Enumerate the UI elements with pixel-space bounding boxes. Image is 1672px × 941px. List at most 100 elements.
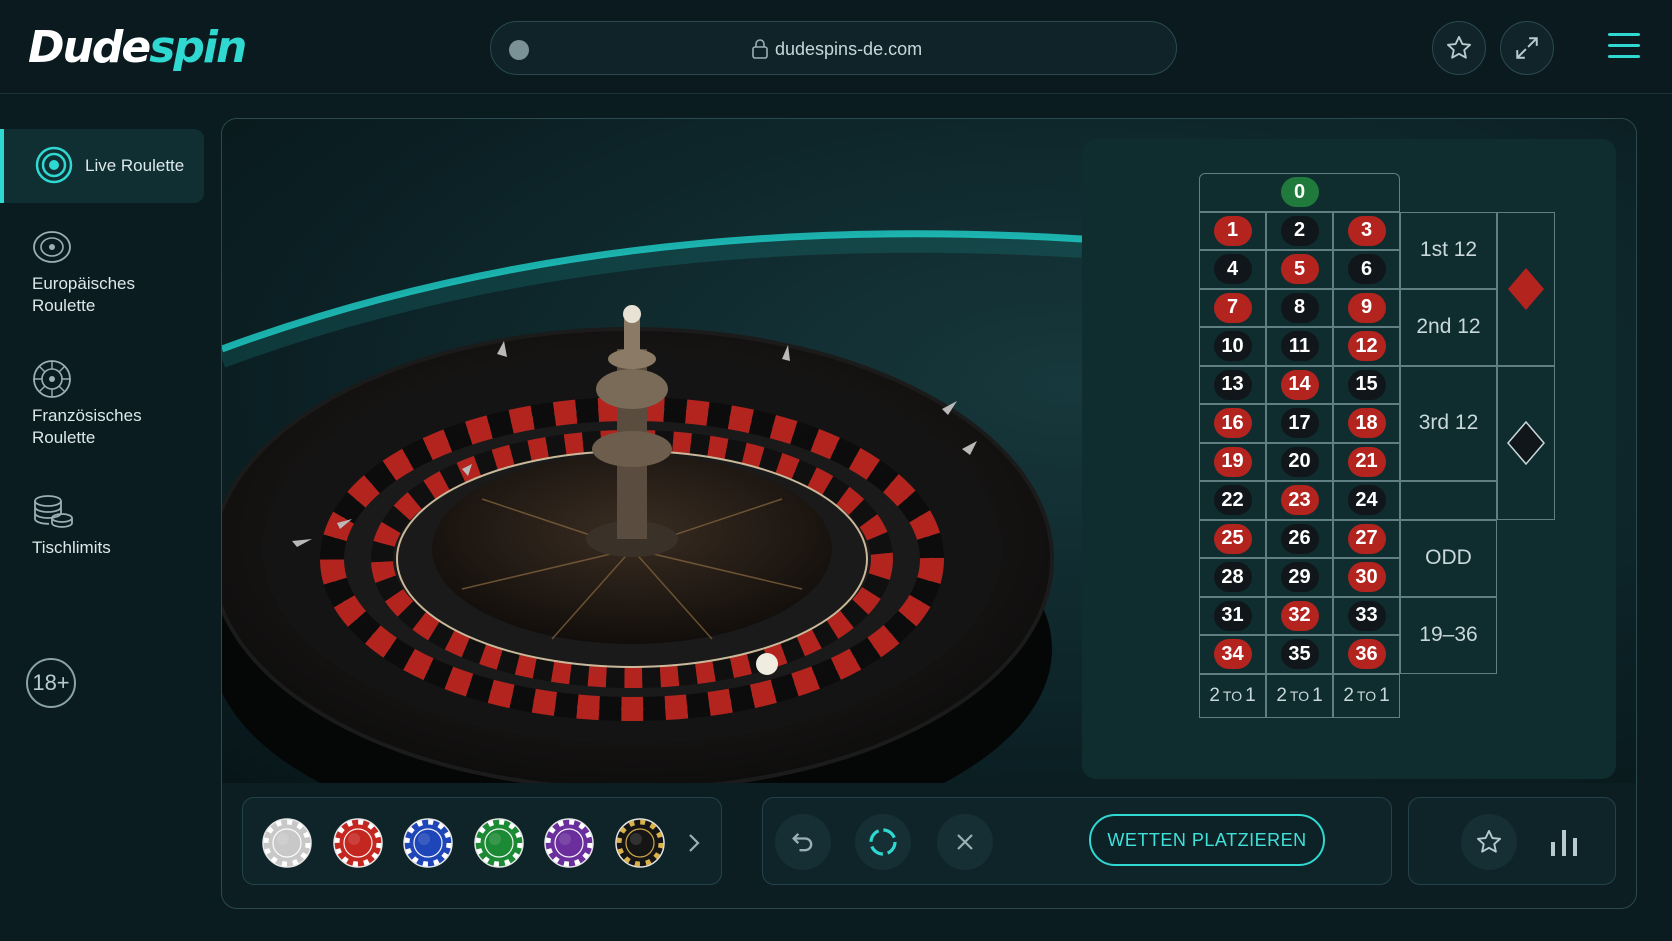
favorite-game-button[interactable] [1461, 814, 1517, 870]
bet-cell[interactable]: 10 [1199, 327, 1266, 366]
high-19-36-bet[interactable]: 19–36 [1400, 596, 1497, 674]
bet-cell[interactable]: 31 [1199, 596, 1266, 635]
bet-cell[interactable]: 8 [1266, 288, 1333, 327]
bar-chart-icon[interactable] [1549, 828, 1579, 856]
bet-cell[interactable]: 24 [1333, 481, 1400, 520]
number-21: 21 [1347, 446, 1386, 477]
bet-cell[interactable]: 6 [1333, 250, 1400, 289]
place-bets-button[interactable]: WETTEN PLATZIEREN [1089, 814, 1325, 866]
bet-cell[interactable]: 16 [1199, 404, 1266, 443]
bet-cell[interactable]: 25 [1199, 519, 1266, 558]
dozen-2nd-12-label: 2nd 12 [1416, 315, 1481, 338]
column-bet-label: 2 [1343, 684, 1354, 706]
number-19: 19 [1213, 446, 1252, 477]
favorite-button[interactable] [1432, 21, 1486, 75]
game-options [1408, 797, 1616, 885]
bet-cell[interactable]: 4 [1199, 250, 1266, 289]
bet-cell[interactable]: 33 [1333, 596, 1400, 635]
black-bet[interactable] [1497, 365, 1555, 520]
bet-cell-zero[interactable]: 0 [1199, 173, 1400, 212]
bet-cell[interactable]: 26 [1266, 519, 1333, 558]
number-32: 32 [1280, 600, 1319, 631]
bet-cell[interactable]: 36 [1333, 635, 1400, 674]
bet-cell[interactable]: 17 [1266, 404, 1333, 443]
column-bet-3[interactable]: 2 TO 1 [1333, 673, 1400, 718]
bet-cell[interactable]: 32 [1266, 596, 1333, 635]
url-text: dudespins-de.com [775, 39, 923, 59]
number-4: 4 [1213, 254, 1252, 285]
bet-cell[interactable]: 15 [1333, 365, 1400, 404]
odd-bet[interactable]: ODD [1400, 519, 1497, 597]
red-bet[interactable] [1497, 211, 1555, 366]
betting-board: 0 1 2 3 4 5 6 7 8 9 10 11 12 13 14 15 16 17 18 19 20 21 22 23 24… [1082, 139, 1616, 779]
dozen-3rd-12[interactable]: 3rd 12 [1400, 365, 1497, 481]
hamburger-icon[interactable] [1606, 28, 1642, 64]
number-28: 28 [1213, 562, 1252, 593]
dozen-1st-12[interactable]: 1st 12 [1400, 211, 1497, 289]
dudespin-logo[interactable]: Dudespin [28, 18, 247, 78]
bet-cell[interactable]: 13 [1199, 365, 1266, 404]
bet-cell[interactable]: 30 [1333, 558, 1400, 597]
chevron-right-icon[interactable] [687, 832, 701, 854]
number-5: 5 [1280, 254, 1319, 285]
chip-purple[interactable] [543, 817, 595, 869]
bet-cell[interactable]: 18 [1333, 404, 1400, 443]
bet-cell[interactable]: 5 [1266, 250, 1333, 289]
sidebar-item-french-roulette[interactable]: Französisches Roulette [0, 359, 204, 451]
bet-cell[interactable]: 29 [1266, 558, 1333, 597]
bet-cell[interactable]: 14 [1266, 365, 1333, 404]
undo-button[interactable] [775, 814, 831, 870]
clear-bets-button[interactable] [937, 814, 993, 870]
chip-white[interactable] [261, 817, 313, 869]
bet-cell[interactable]: 35 [1266, 635, 1333, 674]
black-diamond-icon [1507, 420, 1545, 465]
game-panel: 0 1 2 3 4 5 6 7 8 9 10 11 12 13 14 15 16 17 18 19 20 21 22 23 24… [221, 118, 1637, 909]
column-bet-1[interactable]: 2 TO 1 [1199, 673, 1266, 718]
column-bet-2[interactable]: 2 TO 1 [1266, 673, 1333, 718]
bet-cell[interactable]: 1 [1199, 211, 1266, 250]
number-25: 25 [1213, 523, 1252, 554]
chip-icon [403, 818, 453, 868]
red-diamond-icon [1508, 267, 1544, 310]
bet-cell[interactable]: 11 [1266, 327, 1333, 366]
number-31: 31 [1213, 600, 1252, 631]
bet-cell[interactable]: 23 [1266, 481, 1333, 520]
bet-cell[interactable]: 20 [1266, 442, 1333, 481]
bet-cell[interactable]: 34 [1199, 635, 1266, 674]
bet-cell[interactable]: 9 [1333, 288, 1400, 327]
star-icon [1446, 35, 1472, 59]
number-15: 15 [1347, 369, 1386, 400]
bet-cell[interactable]: 22 [1199, 481, 1266, 520]
number-16: 16 [1213, 408, 1252, 439]
chip-black[interactable] [614, 817, 666, 869]
sidebar-item-european-roulette[interactable]: Europäisches Roulette [0, 229, 204, 319]
bet-cell[interactable]: 2 [1266, 211, 1333, 250]
number-22: 22 [1213, 485, 1252, 516]
column-bet-label-to: TO [1222, 687, 1243, 704]
column-bet-label: 2 [1209, 684, 1220, 706]
chip-blue[interactable] [402, 817, 454, 869]
repeat-button[interactable] [855, 814, 911, 870]
number-12: 12 [1347, 331, 1386, 362]
chip-icon [332, 818, 383, 868]
chip-green[interactable] [473, 817, 525, 869]
chip-red[interactable] [332, 817, 384, 869]
number-36: 36 [1347, 639, 1386, 670]
sidebar-item-live-roulette[interactable]: Live Roulette [0, 129, 204, 203]
number-2: 2 [1280, 215, 1319, 246]
number-1: 1 [1213, 215, 1252, 246]
bet-cell[interactable]: 19 [1199, 442, 1266, 481]
bet-cell[interactable]: 27 [1333, 519, 1400, 558]
bet-cell[interactable]: 12 [1333, 327, 1400, 366]
sidebar-item-table-limits[interactable]: Tischlimits [0, 493, 204, 563]
close-icon [957, 834, 973, 850]
bet-cell[interactable]: 28 [1199, 558, 1266, 597]
chip-icon [614, 818, 665, 868]
bet-cell[interactable]: 21 [1333, 442, 1400, 481]
url-bar[interactable]: dudespins-de.com [490, 21, 1177, 75]
bet-cell[interactable]: 7 [1199, 288, 1266, 327]
blank-bet[interactable] [1400, 481, 1497, 520]
dozen-2nd-12[interactable]: 2nd 12 [1400, 288, 1497, 366]
fullscreen-button[interactable] [1500, 21, 1554, 75]
bet-cell[interactable]: 3 [1333, 211, 1400, 250]
